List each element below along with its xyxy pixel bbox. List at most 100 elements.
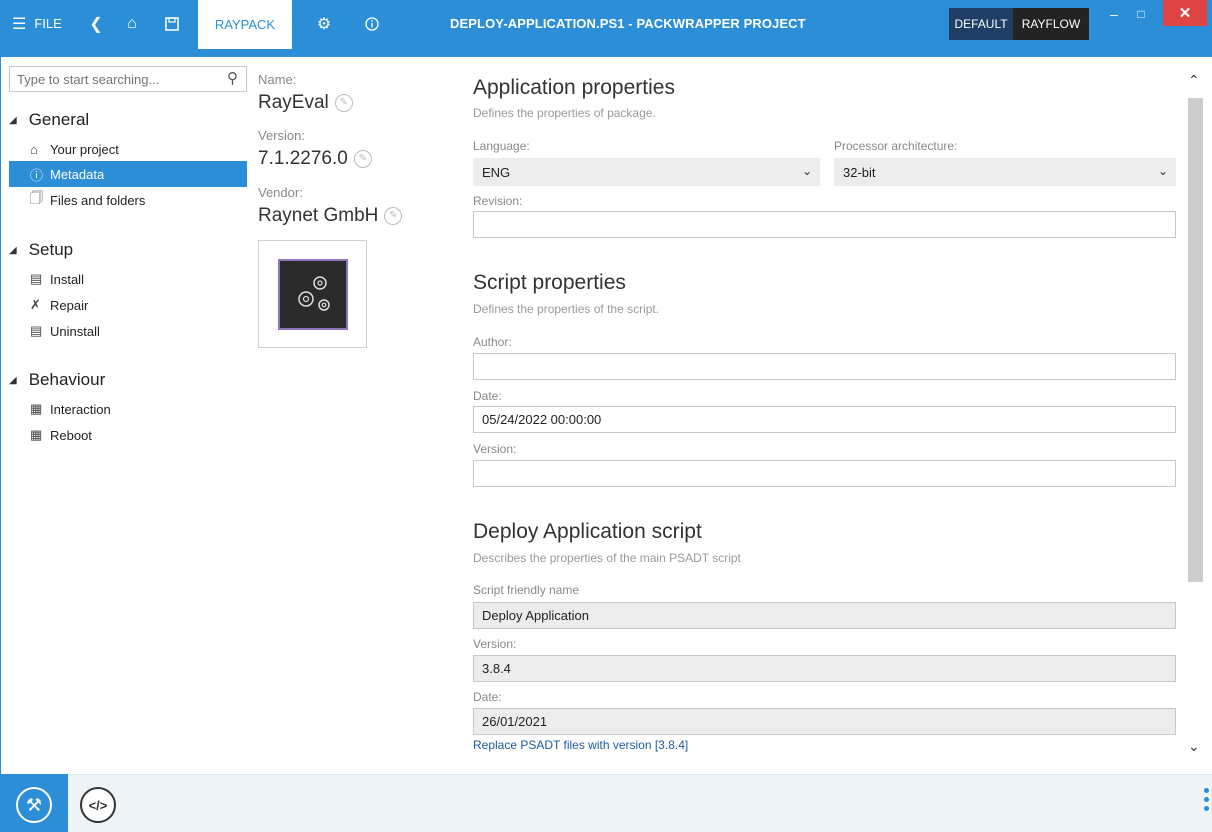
files-icon: 🗍 — [30, 190, 43, 205]
home-icon: ⌂ — [30, 141, 38, 157]
sidebar-item-repair[interactable]: ✗ Repair — [9, 292, 247, 318]
version-value-row: 7.1.2276.0 ✎ — [258, 148, 372, 170]
file-menu-button[interactable]: ☰ FILE — [12, 0, 62, 47]
wrench-icon: ✗ — [30, 297, 41, 312]
sidebar-item-your-project[interactable]: ⌂ Your project — [9, 136, 247, 162]
app-props-title: Application properties — [473, 76, 675, 99]
vendor-value: Raynet GmbH — [258, 205, 379, 226]
home-icon[interactable]: ⌂ — [118, 0, 146, 47]
sidebar-item-uninstall[interactable]: ▤ Uninstall — [9, 318, 247, 344]
deploy-script-desc: Describes the properties of the main PSA… — [473, 551, 741, 565]
sidebar-item-label: Repair — [50, 297, 89, 313]
minimize-icon[interactable]: – — [1104, 2, 1124, 26]
collapse-triangle-icon[interactable]: ◢ — [9, 115, 17, 126]
version-value: 7.1.2276.0 — [258, 148, 348, 169]
package-icon — [278, 259, 348, 330]
author-input[interactable] — [473, 353, 1176, 380]
deploy-date-label: Date: — [473, 690, 502, 704]
close-icon[interactable]: ✕ — [1163, 0, 1207, 26]
vendor-label: Vendor: — [258, 185, 303, 200]
gear-icon[interactable]: ⚙ — [310, 0, 338, 47]
sidebar-item-label: Your project — [50, 141, 119, 157]
sidebar-item-label: Files and folders — [50, 192, 146, 208]
wrench-icon[interactable]: ⚒ — [16, 787, 52, 823]
section-general[interactable]: ◢ General — [9, 110, 89, 130]
package-icon-box[interactable] — [258, 240, 367, 348]
section-general-title: General — [28, 110, 90, 129]
info-icon[interactable] — [358, 0, 386, 47]
sidebar-item-metadata[interactable]: ⓘ Metadata — [9, 161, 247, 187]
language-value: ENG — [482, 164, 511, 180]
vendor-value-row: Raynet GmbH ✎ — [258, 205, 403, 227]
search-icon[interactable]: ⚲ — [227, 69, 238, 87]
replace-psadt-link[interactable]: Replace PSADT files with version [3.8.4] — [473, 738, 688, 752]
install-icon: ▤ — [30, 271, 43, 286]
tab-raypack[interactable]: RAYPACK — [198, 0, 292, 49]
sidebar-item-label: Reboot — [50, 427, 92, 443]
sidebar-item-interaction[interactable]: ▦ Interaction — [9, 396, 247, 422]
back-icon[interactable]: ❮ — [82, 0, 110, 47]
revision-label: Revision: — [473, 194, 523, 208]
section-behaviour-title: Behaviour — [28, 370, 106, 389]
scrollbar-thumb[interactable] — [1188, 98, 1203, 582]
script-props-title: Script properties — [473, 271, 626, 294]
sidebar-item-files-and-folders[interactable]: 🗍 Files and folders — [9, 187, 247, 213]
date-input[interactable]: 05/24/2022 00:00:00 — [473, 406, 1176, 433]
edit-pencil-icon[interactable]: ✎ — [353, 150, 372, 168]
language-select[interactable]: ENG ⌄ — [473, 158, 820, 186]
info-icon: ⓘ — [30, 167, 44, 183]
script-props-desc: Defines the properties of the script. — [473, 302, 660, 316]
save-icon[interactable] — [158, 0, 186, 47]
search-input[interactable] — [10, 67, 210, 91]
sidebar-item-label: Interaction — [50, 401, 111, 417]
chevron-down-icon: ⌄ — [801, 164, 812, 178]
hamburger-icon: ☰ — [12, 15, 27, 33]
name-value-row: RayEval ✎ — [258, 92, 353, 114]
version-label: Version: — [258, 128, 305, 143]
sidebar-item-label: Metadata — [50, 166, 105, 182]
edit-pencil-icon[interactable]: ✎ — [334, 94, 353, 112]
search-box[interactable]: ⚲ — [9, 66, 247, 92]
sidebar-item-install[interactable]: ▤ Install — [9, 266, 247, 292]
language-label: Language: — [473, 139, 530, 153]
date-label: Date: — [473, 389, 502, 403]
revision-input[interactable] — [473, 211, 1176, 238]
processor-select[interactable]: 32-bit ⌄ — [834, 158, 1176, 186]
gears-icon — [298, 276, 330, 311]
default-button[interactable]: DEFAULT — [949, 8, 1013, 40]
chevron-down-icon: ⌄ — [1157, 164, 1168, 178]
reboot-icon: ▦ — [30, 427, 43, 442]
window-left-edge — [0, 49, 1, 774]
window-title: DEPLOY-APPLICATION.PS1 - PACKWRAPPER PRO… — [450, 16, 806, 31]
deploy-version-label: Version: — [473, 637, 517, 651]
scroll-up-icon[interactable]: ⌃ — [1188, 72, 1200, 89]
friendly-name-field: Deploy Application — [473, 602, 1176, 629]
app-props-desc: Defines the properties of package. — [473, 106, 656, 120]
interaction-icon: ▦ — [30, 401, 43, 416]
script-version-input[interactable] — [473, 460, 1176, 487]
sidebar-item-label: Uninstall — [50, 323, 100, 339]
title-bar-strip — [0, 47, 1212, 57]
section-behaviour[interactable]: ◢ Behaviour — [9, 370, 105, 390]
name-label: Name: — [258, 72, 297, 87]
deploy-script-title: Deploy Application script — [473, 520, 702, 543]
maximize-icon[interactable]: □ — [1130, 2, 1152, 26]
sidebar-item-label: Install — [50, 271, 84, 287]
deploy-version-field: 3.8.4 — [473, 655, 1176, 682]
edit-pencil-icon[interactable]: ✎ — [384, 207, 403, 225]
processor-value: 32-bit — [843, 164, 876, 180]
section-setup[interactable]: ◢ Setup — [9, 240, 73, 260]
script-version-label: Version: — [473, 442, 517, 456]
code-icon[interactable]: </> — [80, 787, 116, 823]
friendly-name-label: Script friendly name — [473, 583, 580, 597]
more-options-icon[interactable] — [1204, 788, 1212, 815]
author-label: Author: — [473, 335, 512, 349]
rayflow-button[interactable]: RAYFLOW — [1013, 8, 1089, 40]
collapse-triangle-icon[interactable]: ◢ — [9, 245, 17, 256]
scroll-down-icon[interactable]: ⌄ — [1188, 738, 1200, 755]
collapse-triangle-icon[interactable]: ◢ — [9, 375, 17, 386]
file-menu-label: FILE — [34, 16, 62, 31]
bottom-bar — [0, 774, 1212, 832]
sidebar-item-reboot[interactable]: ▦ Reboot — [9, 422, 247, 448]
uninstall-icon: ▤ — [30, 323, 43, 338]
